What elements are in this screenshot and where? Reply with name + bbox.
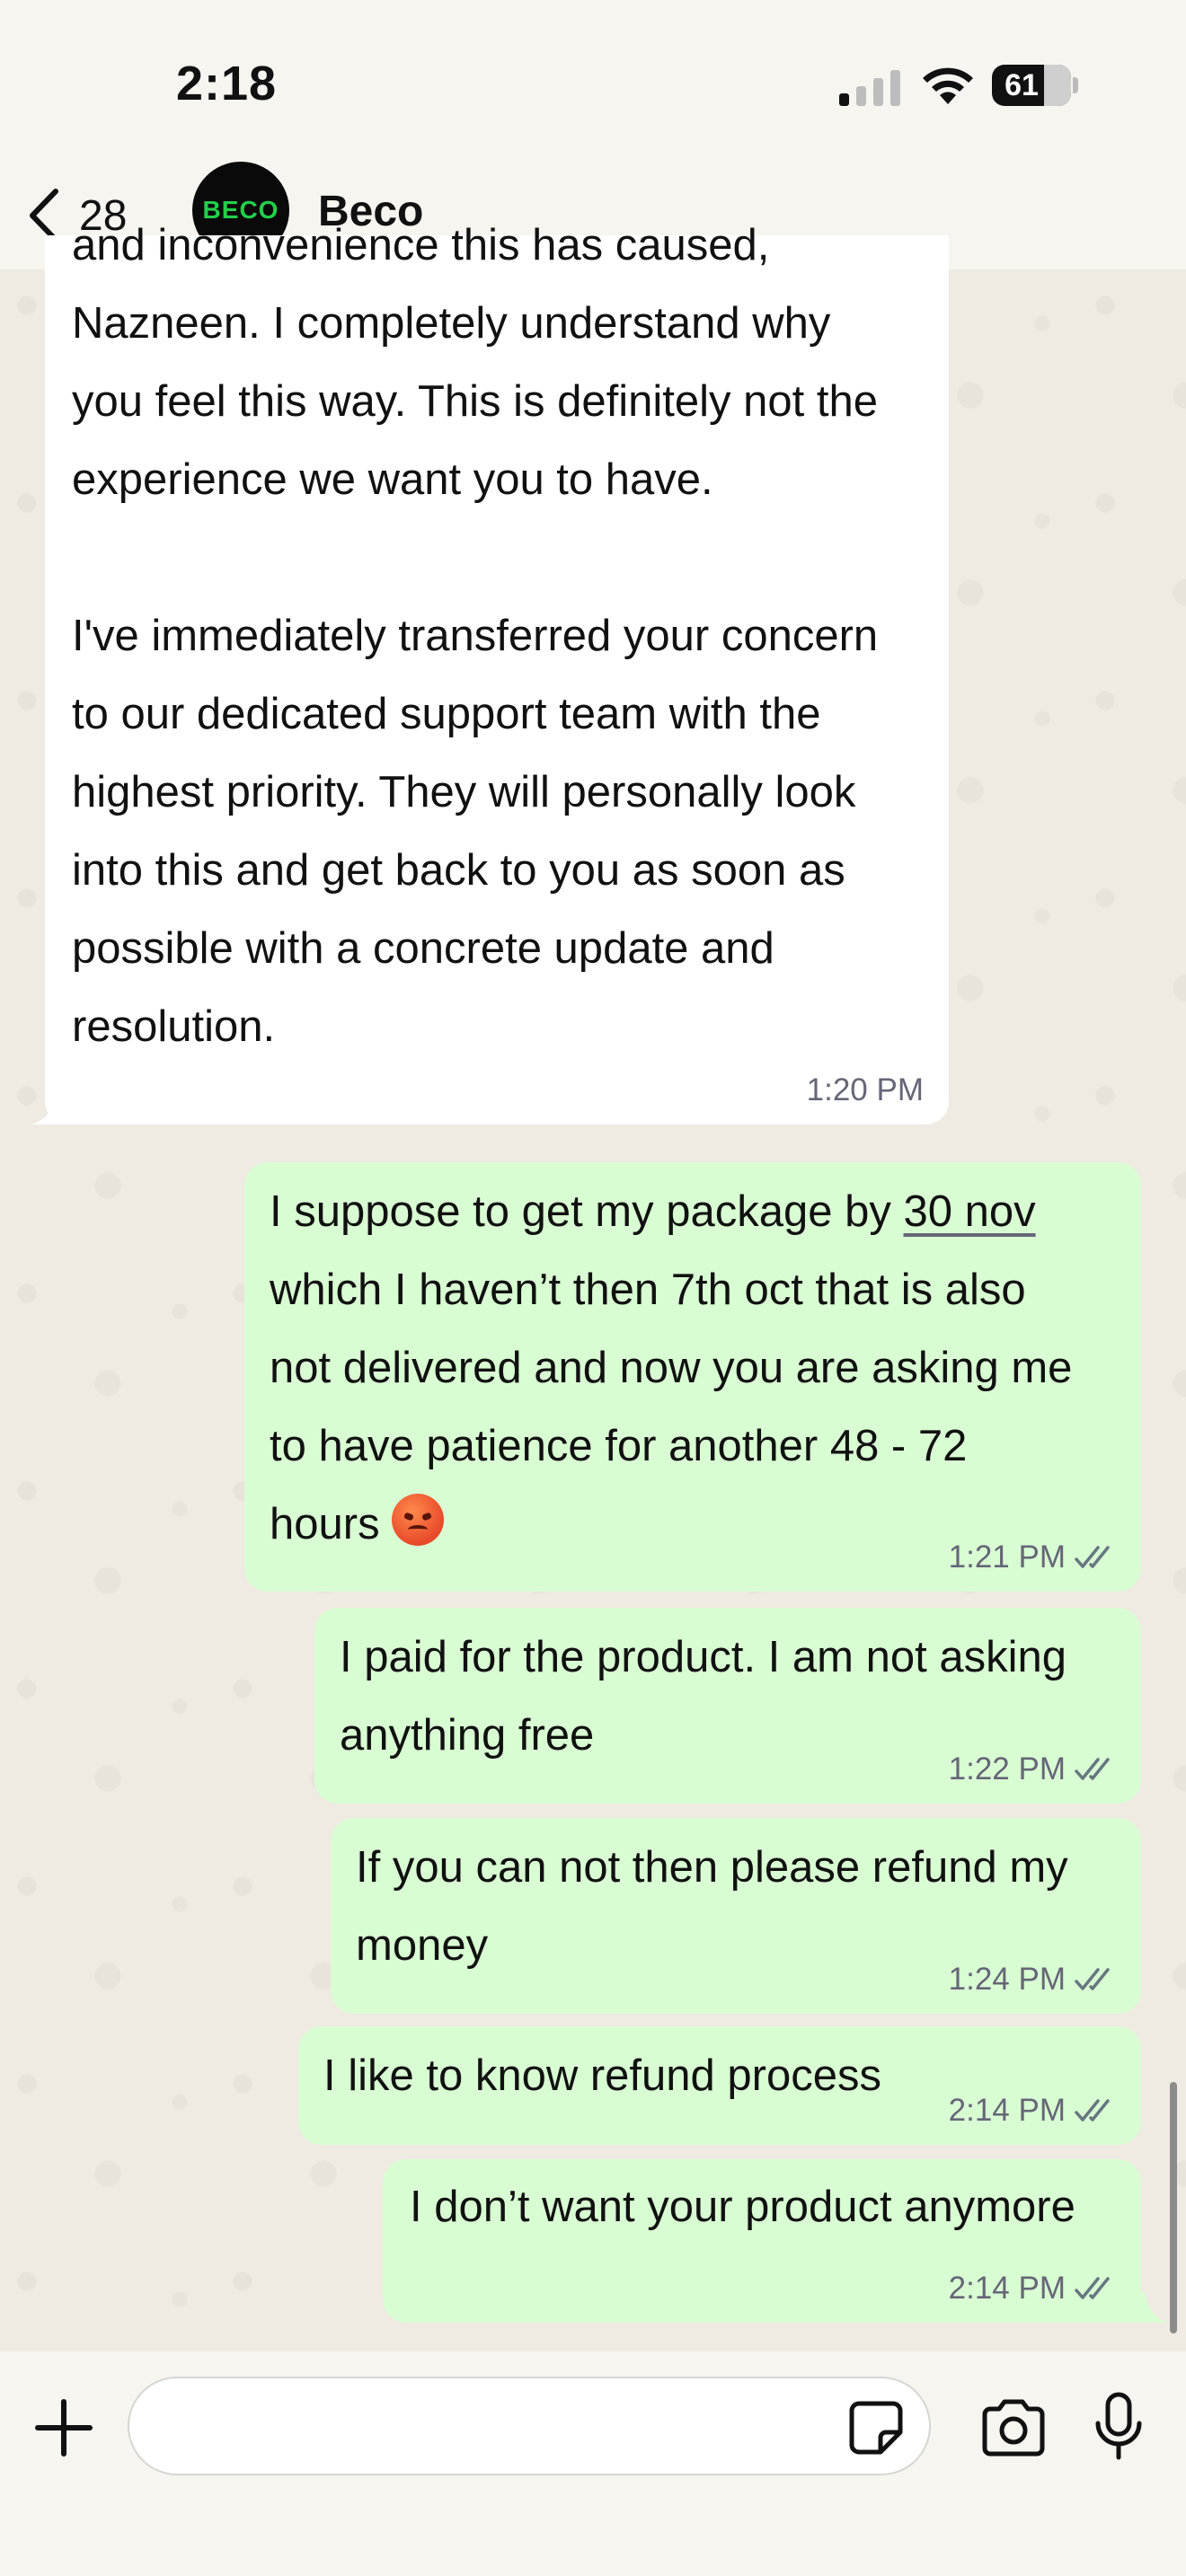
battery-tip xyxy=(1073,77,1078,93)
microphone-icon[interactable] xyxy=(1091,2391,1146,2463)
date-link[interactable]: 30 nov xyxy=(903,1187,1035,1236)
message-text: I suppose to get my package by xyxy=(270,1187,904,1236)
message-input[interactable] xyxy=(128,2377,931,2475)
message-input-bar xyxy=(0,2351,1186,2576)
camera-icon[interactable] xyxy=(979,2396,1048,2459)
incoming-bubble-tail xyxy=(31,1096,66,1125)
message-text: and inconvenience this has caused, Nazne… xyxy=(72,221,879,1051)
message-time: 1:22 PM xyxy=(948,1751,1066,1786)
double-check-icon xyxy=(1075,2277,1110,2299)
message-time: 2:14 PM xyxy=(948,2271,1066,2306)
message-time: 2:14 PM xyxy=(948,2093,1066,2128)
angry-face-emoji xyxy=(392,1494,445,1546)
double-check-icon xyxy=(1075,1758,1110,1780)
double-check-icon xyxy=(1075,1546,1110,1568)
sticker-icon[interactable] xyxy=(848,2400,904,2456)
message-bubble-outgoing[interactable]: I paid for the product. I am not asking … xyxy=(314,1608,1141,1804)
message-bubble-outgoing[interactable]: I suppose to get my package by 30 nov wh… xyxy=(244,1162,1141,1592)
scrollbar[interactable] xyxy=(1170,2082,1177,2333)
plus-icon[interactable] xyxy=(32,2396,95,2459)
wifi-icon xyxy=(923,67,973,104)
double-check-icon xyxy=(1075,1968,1110,1990)
outgoing-bubble-tail xyxy=(1134,2292,1170,2323)
cellular-signal-icon xyxy=(839,70,900,106)
message-bubble-outgoing[interactable]: If you can not then please refund my mon… xyxy=(331,1818,1141,2014)
battery-level: 61 xyxy=(1005,68,1039,102)
battery-icon: 61 xyxy=(992,65,1071,106)
status-time: 2:18 xyxy=(176,57,278,110)
status-bar: 2:18 61 xyxy=(0,0,1186,162)
double-check-icon xyxy=(1075,2099,1110,2122)
message-time: 1:21 PM xyxy=(948,1539,1066,1575)
message-time: 1:24 PM xyxy=(948,1962,1066,1997)
message-text-continued: which I haven’t then 7th oct that is als… xyxy=(270,1266,1073,1548)
message-time: 1:20 PM xyxy=(806,1072,924,1107)
message-text: I don’t want your product anymore xyxy=(410,2183,1075,2231)
message-bubble-outgoing[interactable]: I don’t want your product anymore 2:14 P… xyxy=(383,2159,1141,2323)
message-bubble-outgoing[interactable]: I like to know refund process 2:14 PM xyxy=(298,2026,1141,2145)
message-bubble-incoming[interactable]: and inconvenience this has caused, Nazne… xyxy=(45,221,949,1125)
